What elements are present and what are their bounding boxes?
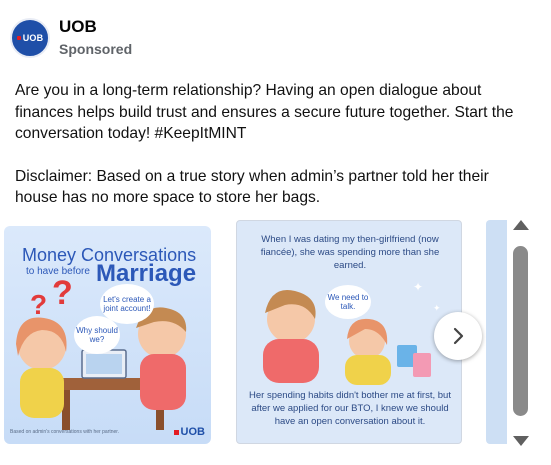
avatar-text: UOB: [22, 33, 44, 43]
speech-bubble: We need to talk.: [325, 285, 371, 319]
page-avatar[interactable]: UOB: [10, 18, 50, 58]
sponsored-label[interactable]: Sponsored: [59, 39, 132, 59]
sponsored-post: UOB UOB Sponsored Are you in a long-term…: [0, 0, 551, 465]
scroll-up-arrow-icon[interactable]: [513, 220, 529, 230]
bubble-text: We need to talk.: [327, 292, 369, 312]
logo-mark-icon: [173, 429, 179, 435]
svg-text:✦: ✦: [433, 304, 441, 314]
image-carousel: ? ? Money Conversations to have before M…: [0, 214, 507, 454]
card2-bottom-text: Her spending habits didn't bother me at …: [249, 390, 451, 427]
caption-disclaimer: Disclaimer: Based on a true story when a…: [15, 167, 489, 207]
svg-text:?: ?: [30, 289, 47, 320]
post-caption: Are you in a long-term relationship? Hav…: [15, 80, 515, 209]
logo-mark-icon: [16, 36, 21, 40]
card1-subtitle: to have before: [26, 266, 90, 277]
carousel-card-3[interactable]: [486, 220, 507, 444]
speech-bubble-left: Why should we?: [74, 316, 120, 354]
svg-text:?: ?: [52, 274, 73, 312]
caption-paragraph: Are you in a long-term relationship? Hav…: [15, 82, 514, 142]
speech-bubble-right: Let's create a joint account!: [100, 284, 154, 324]
card1-footnote: Based on admin's conversations with her …: [10, 429, 120, 435]
chevron-right-icon: [453, 327, 464, 345]
card1-title-line2: Marriage: [96, 260, 197, 287]
scroll-down-arrow-icon[interactable]: [513, 436, 529, 446]
carousel-card-2[interactable]: ✦ ✦ When I was dating my then-girlfriend…: [236, 220, 462, 444]
bubble-right-text: Let's create a joint account!: [103, 294, 151, 314]
card1-logo: UOB: [173, 426, 205, 438]
vertical-scrollbar[interactable]: [509, 214, 533, 454]
scrollbar-thumb[interactable]: [513, 246, 528, 416]
carousel-card-1[interactable]: ? ? Money Conversations to have before M…: [4, 226, 211, 444]
svg-text:✦: ✦: [413, 280, 423, 294]
post-header: UOB UOB Sponsored: [10, 16, 132, 60]
uob-logo-icon: UOB: [16, 33, 44, 43]
page-name-link[interactable]: UOB: [59, 17, 132, 37]
card2-top-text: When I was dating my then-girlfriend (no…: [260, 234, 440, 271]
post-author-block: UOB Sponsored: [59, 17, 132, 59]
bubble-left-text: Why should we?: [76, 325, 118, 345]
carousel-next-button[interactable]: [434, 312, 482, 360]
card1-logo-text: UOB: [180, 426, 205, 438]
